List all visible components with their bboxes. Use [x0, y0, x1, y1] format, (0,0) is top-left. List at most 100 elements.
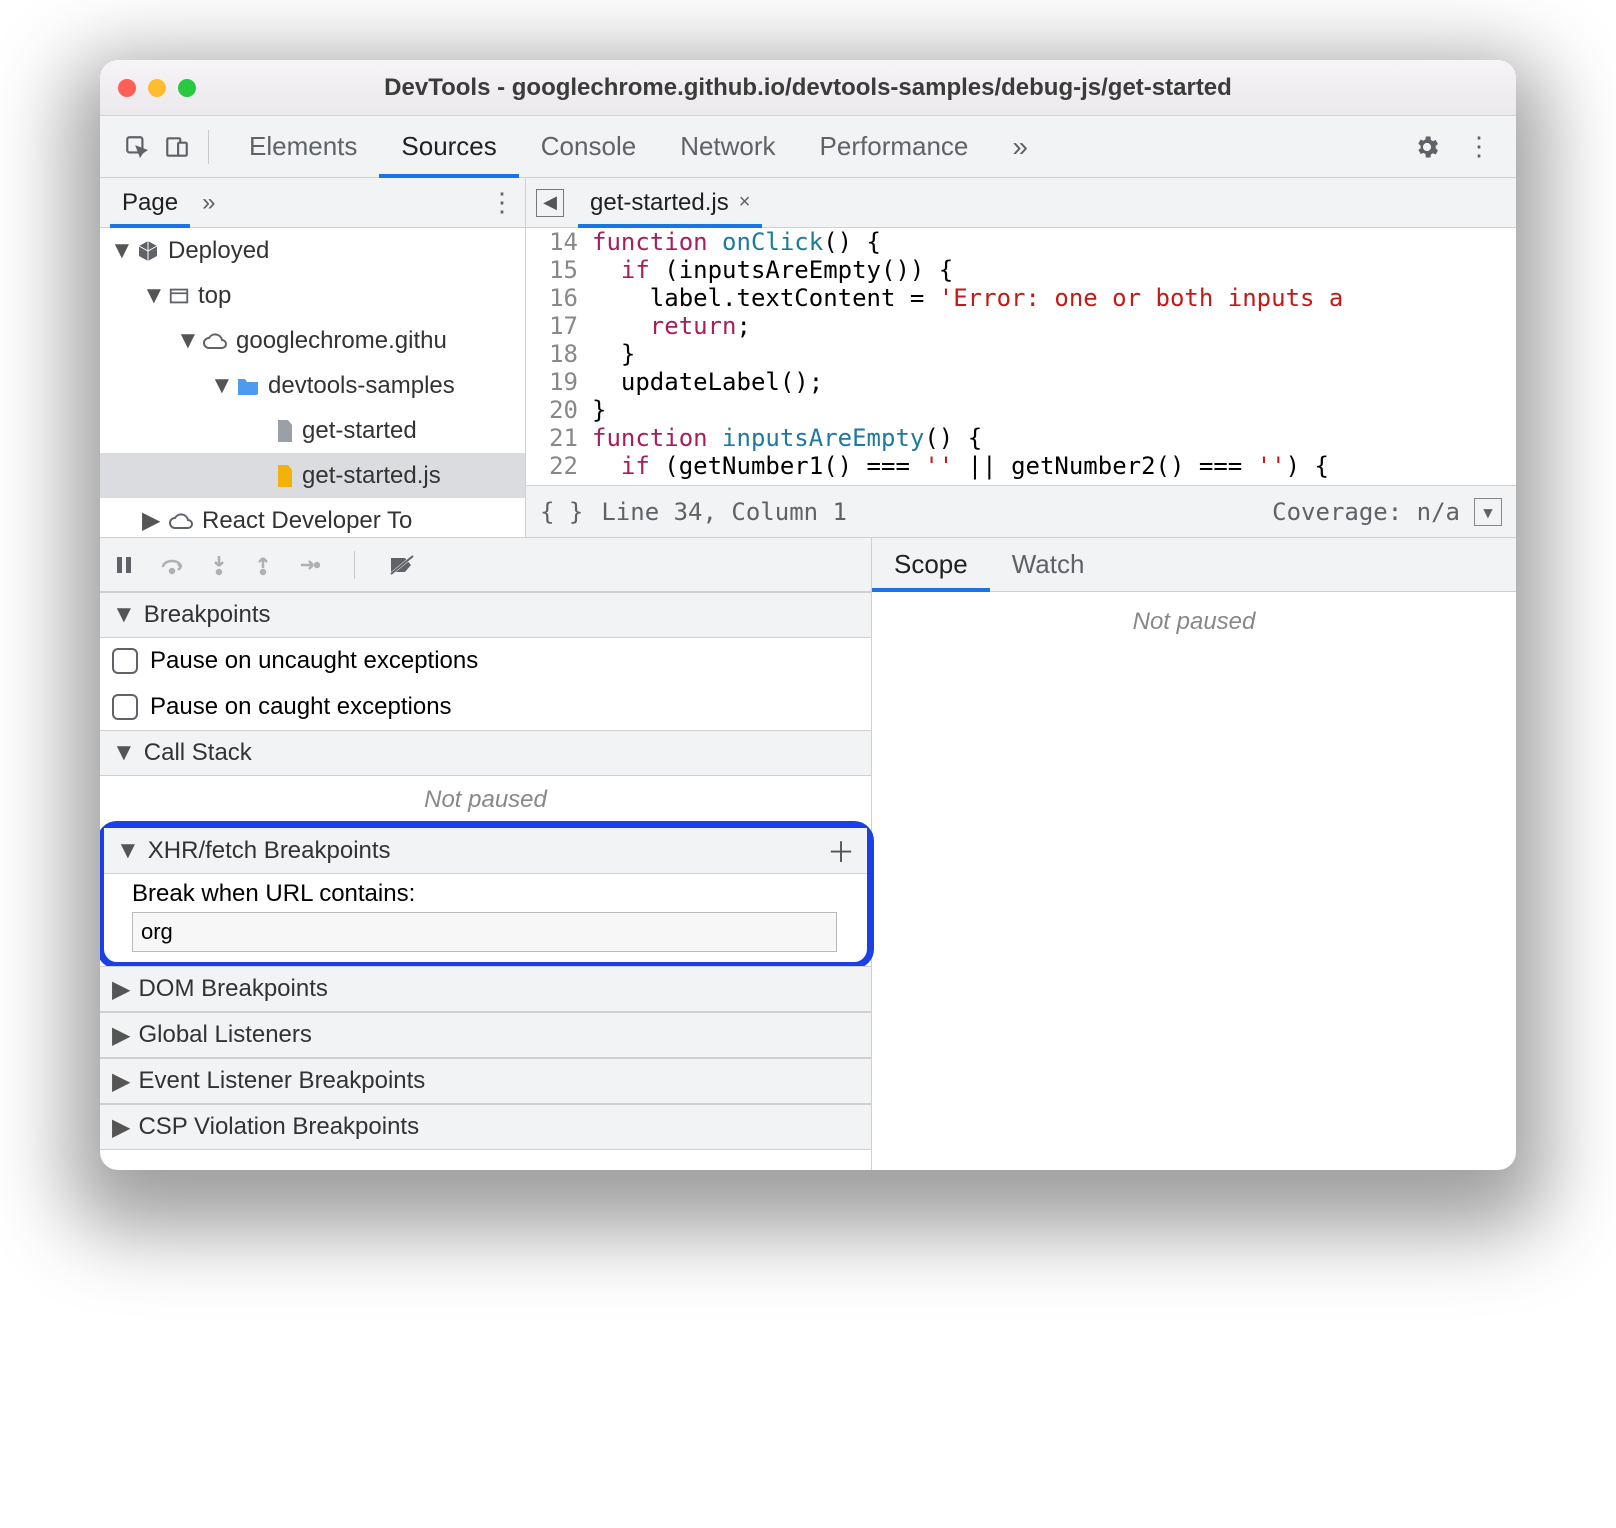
code-text: }	[592, 340, 635, 368]
device-toggle-icon[interactable]	[160, 130, 194, 164]
frame-icon	[168, 285, 190, 307]
code-line[interactable]: 20}	[526, 396, 1516, 424]
coverage-label: Coverage: n/a	[1272, 498, 1460, 526]
line-number[interactable]: 20	[526, 396, 592, 424]
minimize-window-button[interactable]	[148, 79, 166, 97]
tab-elements[interactable]: Elements	[227, 116, 379, 177]
window-title: DevTools - googlechrome.github.io/devtoo…	[116, 74, 1500, 102]
code-editor[interactable]: 14function onClick() {15 if (inputsAreEm…	[526, 228, 1516, 537]
tab-scope[interactable]: Scope	[872, 538, 990, 591]
line-number[interactable]: 22	[526, 452, 592, 480]
inspect-element-icon[interactable]	[120, 130, 154, 164]
document-icon	[276, 420, 294, 442]
section-event-breakpoints[interactable]: ▶Event Listener Breakpoints	[100, 1058, 871, 1104]
pretty-print-icon[interactable]: { }	[540, 498, 583, 526]
code-line[interactable]: 22 if (getNumber1() === '' || getNumber2…	[526, 452, 1516, 480]
file-tab-label: get-started.js	[590, 189, 729, 217]
section-csp-breakpoints[interactable]: ▶CSP Violation Breakpoints	[100, 1104, 871, 1150]
folder-icon	[236, 376, 260, 396]
traffic-lights	[118, 79, 196, 97]
section-global-listeners[interactable]: ▶Global Listeners	[100, 1012, 871, 1058]
tree-file-html[interactable]: get-started	[100, 408, 525, 453]
cursor-position: Line 34, Column 1	[601, 498, 847, 526]
maximize-window-button[interactable]	[178, 79, 196, 97]
line-number[interactable]: 15	[526, 256, 592, 284]
tree-domain[interactable]: ▼ googlechrome.githu	[100, 318, 525, 363]
code-line[interactable]: 19 updateLabel();	[526, 368, 1516, 396]
code-line[interactable]: 21function inputsAreEmpty() {	[526, 424, 1516, 452]
settings-gear-icon[interactable]	[1410, 130, 1444, 164]
code-line[interactable]: 17 return;	[526, 312, 1516, 340]
scope-empty: Not paused	[872, 592, 1516, 652]
tab-watch[interactable]: Watch	[990, 538, 1107, 591]
line-number[interactable]: 14	[526, 228, 592, 256]
tab-network[interactable]: Network	[658, 116, 797, 177]
section-breakpoints[interactable]: ▼Breakpoints	[100, 592, 871, 638]
pause-icon[interactable]	[114, 555, 134, 575]
code-text: if (getNumber1() === '' || getNumber2() …	[592, 452, 1329, 480]
tabs-overflow[interactable]: »	[990, 116, 1050, 177]
js-file-icon	[276, 465, 294, 487]
deactivate-breakpoints-icon[interactable]	[389, 554, 415, 576]
checkbox-icon[interactable]	[112, 694, 138, 720]
line-number[interactable]: 19	[526, 368, 592, 396]
section-dom-breakpoints[interactable]: ▶DOM Breakpoints	[100, 966, 871, 1012]
close-file-icon[interactable]: ×	[739, 191, 751, 214]
step-into-icon[interactable]	[210, 554, 228, 576]
checkbox-icon[interactable]	[112, 648, 138, 674]
step-icon[interactable]	[298, 556, 320, 574]
pause-uncaught-row[interactable]: Pause on uncaught exceptions	[100, 638, 871, 684]
code-line[interactable]: 16 label.textContent = 'Error: one or bo…	[526, 284, 1516, 312]
xhr-highlight: ▼XHR/fetch Breakpoints ＋ Break when URL …	[100, 821, 874, 969]
status-dropdown-icon[interactable]: ▾	[1474, 498, 1502, 526]
tree-deployed[interactable]: ▼ Deployed	[100, 228, 525, 273]
cloud-icon	[202, 331, 228, 351]
line-number[interactable]: 21	[526, 424, 592, 452]
callstack-empty: Not paused	[100, 776, 871, 824]
debugger-left-column: ▼Breakpoints Pause on uncaught exception…	[100, 592, 872, 1170]
step-over-icon[interactable]	[160, 555, 184, 575]
tab-sources[interactable]: Sources	[379, 116, 518, 177]
code-text: if (inputsAreEmpty()) {	[592, 256, 953, 284]
tree-folder[interactable]: ▼ devtools-samples	[100, 363, 525, 408]
panel-tabs: Elements Sources Console Network Perform…	[227, 116, 1050, 177]
kebab-menu-icon[interactable]: ⋮	[1462, 130, 1496, 164]
tree-top[interactable]: ▼ top	[100, 273, 525, 318]
debugger-toolbar: Scope Watch	[100, 538, 1516, 592]
tree-file-js[interactable]: get-started.js	[100, 453, 525, 498]
section-callstack[interactable]: ▼Call Stack	[100, 730, 871, 776]
add-xhr-breakpoint-icon[interactable]: ＋	[827, 831, 855, 871]
cloud-icon	[168, 511, 194, 531]
sources-main: ▼ Deployed ▼ top ▼ googlechrome.githu ▼	[100, 228, 1516, 538]
navigator-overflow[interactable]: »	[202, 189, 215, 217]
section-xhr[interactable]: ▼XHR/fetch Breakpoints ＋	[104, 828, 867, 874]
tab-console[interactable]: Console	[519, 116, 658, 177]
code-text: return;	[592, 312, 751, 340]
right-pane-tabs: Scope Watch	[872, 538, 1516, 591]
navigator-tab-page[interactable]: Page	[110, 178, 190, 227]
line-number[interactable]: 16	[526, 284, 592, 312]
file-navigator[interactable]: ▼ Deployed ▼ top ▼ googlechrome.githu ▼	[100, 228, 526, 537]
navigator-menu-icon[interactable]: ⋮	[489, 187, 515, 218]
line-number[interactable]: 18	[526, 340, 592, 368]
tab-performance[interactable]: Performance	[798, 116, 991, 177]
code-line[interactable]: 15 if (inputsAreEmpty()) {	[526, 256, 1516, 284]
code-line[interactable]: 18 }	[526, 340, 1516, 368]
file-tab-get-started-js[interactable]: get-started.js ×	[578, 178, 762, 227]
show-navigator-icon[interactable]: ◀	[536, 189, 564, 217]
tree-react-ext[interactable]: ▶ React Developer To	[100, 498, 525, 537]
navigator-header: Page » ⋮	[100, 178, 526, 227]
xhr-url-input[interactable]	[132, 912, 837, 952]
cube-icon	[136, 239, 160, 263]
editor-statusbar: { } Line 34, Column 1 Coverage: n/a ▾	[526, 485, 1516, 537]
step-out-icon[interactable]	[254, 554, 272, 576]
close-window-button[interactable]	[118, 79, 136, 97]
code-text: updateLabel();	[592, 368, 823, 396]
pause-caught-row[interactable]: Pause on caught exceptions	[100, 684, 871, 730]
main-tabbar: Elements Sources Console Network Perform…	[100, 116, 1516, 178]
scope-panel: Not paused	[872, 592, 1516, 1170]
line-number[interactable]: 17	[526, 312, 592, 340]
code-line[interactable]: 14function onClick() {	[526, 228, 1516, 256]
editor-tabbar: ◀ get-started.js ×	[526, 178, 1516, 227]
code-text: function inputsAreEmpty() {	[592, 424, 982, 452]
